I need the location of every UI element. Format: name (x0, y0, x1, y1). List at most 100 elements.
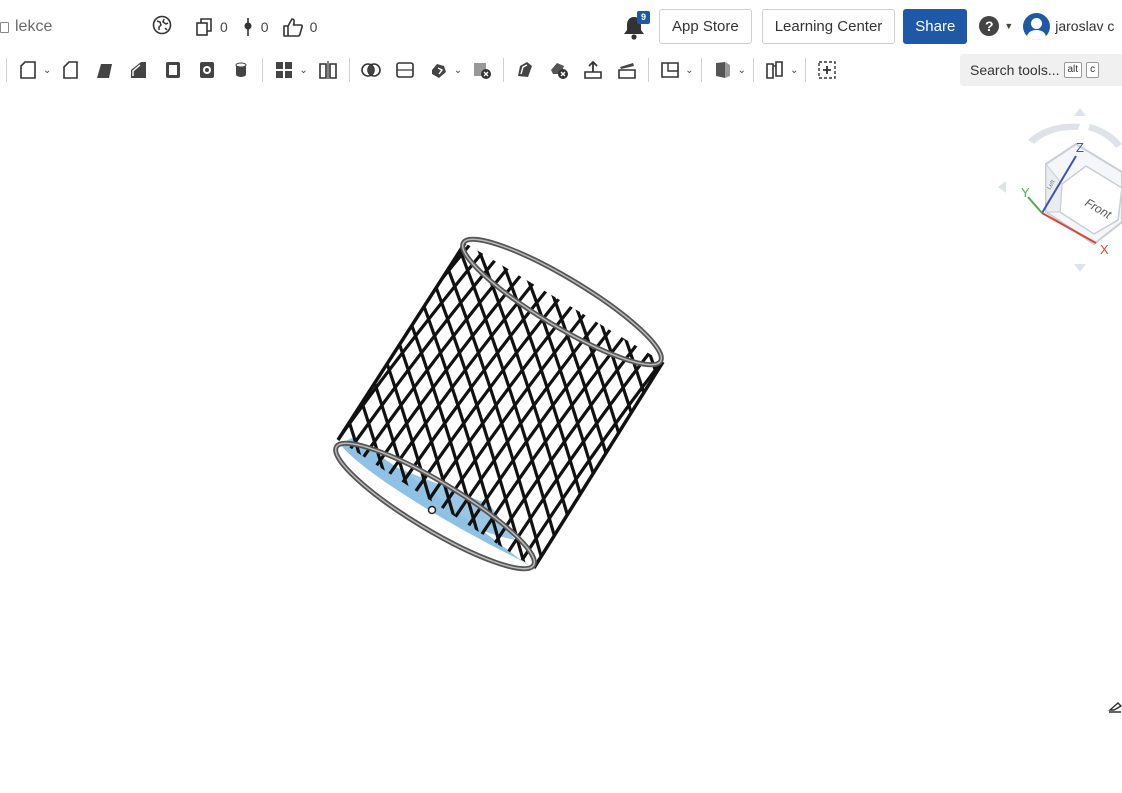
toolbar-divider (648, 58, 650, 82)
globe-icon[interactable] (152, 15, 172, 40)
app-store-button[interactable]: App Store (659, 8, 752, 44)
lattice-strand (0, 230, 40, 600)
graphics-viewport[interactable]: Front Left Z X Y (0, 88, 1122, 793)
extrude-icon[interactable] (60, 59, 82, 81)
toolbar-divider (503, 58, 505, 82)
chevron-down-icon[interactable]: ⌄ (454, 65, 462, 76)
lattice-strand (3, 230, 273, 600)
help-menu[interactable]: ? ▼ (979, 16, 1013, 36)
sketch-icon[interactable] (17, 59, 39, 81)
chevron-down-icon[interactable]: ⌄ (738, 65, 746, 76)
lattice-strand (338, 243, 403, 568)
move-face-icon[interactable] (582, 59, 604, 81)
lattice-strand (628, 243, 663, 568)
lattice-strand (34, 230, 154, 600)
lattice-strand (984, 230, 1104, 600)
toolbar-divider (805, 58, 807, 82)
mesh-basket-model[interactable] (0, 88, 1122, 793)
search-tools-input[interactable]: Search tools... alt c (960, 54, 1122, 86)
notifications-button[interactable]: 9 (622, 11, 650, 41)
cylinder-icon[interactable] (230, 59, 252, 81)
lattice-strand (91, 230, 211, 600)
share-button[interactable]: Share (903, 8, 968, 44)
lattice-strand (756, 230, 876, 600)
mirror-icon[interactable] (317, 59, 339, 81)
lattice-strand (338, 243, 365, 568)
lattice-strand (338, 243, 351, 568)
lattice-strand (338, 243, 422, 568)
lattice-strand (647, 243, 663, 568)
axis-y-line (1027, 196, 1043, 214)
feature-toolbar: ⌄ ⌄ ⌄ ⌄ ⌄ ⌄ Search tools... alt c (0, 52, 1122, 88)
header-actions: 9 App Store Learning Center Share ? ▼ ja… (622, 8, 1114, 44)
delete-part-icon[interactable] (471, 59, 493, 81)
lattice-strand (668, 230, 938, 600)
lattice-strand (934, 230, 1122, 600)
lattice-pattern (0, 230, 1122, 600)
lattice-strand (167, 230, 287, 600)
lattice-strand (1022, 230, 1122, 600)
lattice-strand (782, 230, 1052, 600)
lattice-strand (338, 243, 441, 568)
sheet-metal-icon[interactable] (712, 59, 734, 81)
lattice-strand (72, 230, 192, 600)
likes-stat[interactable]: 0 (282, 17, 318, 37)
sweep-icon[interactable] (128, 59, 150, 81)
likes-count: 0 (309, 19, 318, 35)
lattice-strand (839, 230, 1109, 600)
axis-x-label: X (1100, 242, 1109, 257)
mate-connector-icon[interactable] (764, 59, 786, 81)
toolbar-divider (6, 58, 7, 82)
chevron-down-icon[interactable]: ⌄ (790, 65, 798, 76)
shell-icon[interactable] (196, 59, 218, 81)
split-icon[interactable] (394, 59, 416, 81)
add-custom-feature-icon[interactable] (816, 59, 838, 81)
lattice-strand (60, 230, 330, 600)
delete-face-icon[interactable] (548, 59, 570, 81)
lattice-strand (908, 230, 1028, 600)
lattice-strand (0, 230, 59, 600)
lattice-strand (0, 230, 197, 600)
versions-stat[interactable]: 0 (194, 17, 228, 37)
loft-icon[interactable] (162, 59, 184, 81)
lattice-strand (609, 243, 663, 568)
origin-point (427, 505, 437, 515)
lattice-strand (1003, 230, 1122, 600)
lattice-strand (801, 230, 1071, 600)
plane-icon[interactable] (659, 59, 681, 81)
lattice-strand (794, 230, 914, 600)
user-menu[interactable]: jaroslav c (1023, 12, 1115, 40)
chevron-down-icon[interactable]: ⌄ (43, 65, 51, 76)
shortcut-key-alt: alt (1063, 62, 1083, 78)
chevron-down-icon[interactable]: ⌄ (299, 65, 307, 76)
versions-icon (196, 18, 212, 36)
revolve-icon[interactable] (94, 59, 116, 81)
transform-icon[interactable] (428, 59, 450, 81)
modify-fillet-icon[interactable] (514, 59, 536, 81)
document-icon (0, 21, 9, 33)
user-name: jaroslav c (1055, 18, 1115, 34)
lattice-strand (763, 230, 1033, 600)
lattice-strand (991, 230, 1122, 600)
replace-face-icon[interactable] (616, 59, 638, 81)
chevron-down-icon[interactable]: ⌄ (685, 65, 693, 76)
help-icon: ? (979, 16, 1000, 36)
lattice-strand (737, 230, 857, 600)
branches-stat[interactable]: 0 (241, 17, 269, 37)
lattice-strand (680, 230, 800, 600)
learning-center-button[interactable]: Learning Center (761, 8, 896, 44)
toolbar-divider (700, 58, 702, 82)
search-tools-label: Search tools... (970, 62, 1060, 78)
document-name[interactable]: lekce (0, 14, 52, 40)
toolbar-divider (262, 58, 264, 82)
pattern-icon[interactable] (273, 59, 295, 81)
view-cube[interactable]: Front Left Z X Y (990, 102, 1122, 277)
lattice-strand (0, 230, 78, 600)
lattice-strand (0, 230, 159, 600)
lattice-strand (725, 230, 995, 600)
lattice-strand (0, 230, 116, 600)
lattice-strand (41, 230, 311, 600)
axis-y-label: Y (1021, 185, 1030, 200)
view-tools-icon[interactable] (1108, 700, 1122, 714)
boolean-icon[interactable] (360, 59, 382, 81)
